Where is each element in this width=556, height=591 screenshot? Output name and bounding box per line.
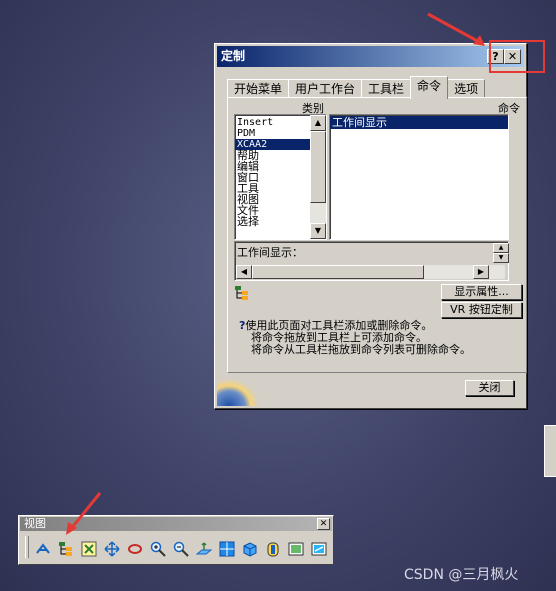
multi-view-icon[interactable] [217, 540, 237, 558]
rotate-icon[interactable] [125, 540, 145, 558]
scroll-down-icon[interactable]: ▼ [310, 223, 326, 239]
command-list[interactable]: 工作间显示 [329, 114, 509, 240]
hide-show-icon[interactable] [286, 540, 306, 558]
description-vscroll[interactable]: ▲ ▼ [493, 243, 509, 263]
swap-visible-icon[interactable] [309, 540, 329, 558]
dialog-titlebar[interactable]: 定制 ? ✕ [217, 46, 524, 67]
scroll-down-icon[interactable]: ▼ [493, 253, 509, 263]
customize-dialog: 定制 ? ✕ 开始菜单 用户工作台 工具栏 命令 选项 类别 命令 Insert… [214, 43, 527, 409]
render-style-icon[interactable] [263, 540, 283, 558]
spec-tree-icon[interactable] [56, 540, 76, 558]
red-highlight-box [489, 40, 545, 73]
show-properties-button[interactable]: 显示属性... [441, 284, 522, 300]
zoom-in-icon[interactable] [148, 540, 168, 558]
scroll-left-icon[interactable]: ◀ [236, 265, 252, 279]
tab-start-menu[interactable]: 开始菜单 [227, 79, 290, 98]
tab-options[interactable]: 选项 [447, 79, 486, 98]
fly-mode-icon[interactable] [33, 540, 53, 558]
description-box: 工作间显示： ▲ ▼ ◀ ▶ [234, 241, 509, 281]
toolbar-title: 视图 [24, 517, 46, 530]
normal-view-icon[interactable] [194, 540, 214, 558]
iso-view-icon[interactable] [240, 540, 260, 558]
pan-icon[interactable] [102, 540, 122, 558]
scroll-up-icon[interactable]: ▲ [493, 243, 509, 253]
help-text: ?使用此页面对工具栏添加或删除命令。 将命令拖放到工具栏上可添加命令。 将命令从… [239, 320, 471, 356]
tab-toolbars[interactable]: 工具栏 [361, 79, 412, 98]
description-hscroll[interactable]: ◀ ▶ [236, 265, 505, 279]
spec-tree-icon [234, 285, 250, 301]
zoom-out-icon[interactable] [171, 540, 191, 558]
catia-logo-icon [217, 380, 257, 406]
toolbar-grip[interactable] [25, 536, 29, 558]
scroll-thumb[interactable] [310, 131, 326, 203]
help-line: 将命令从工具栏拖放到命令列表可删除命令。 [251, 343, 471, 356]
tab-commands[interactable]: 命令 [410, 76, 449, 99]
tab-user-workbench[interactable]: 用户工作台 [288, 79, 363, 98]
toolbar-icons [33, 540, 332, 558]
tab-strip: 开始菜单 用户工作台 工具栏 命令 选项 [227, 76, 486, 99]
toolbar-close-button[interactable]: ✕ [317, 518, 330, 530]
view-toolbar: 视图 ✕ [18, 515, 334, 565]
partial-window-edge [544, 425, 556, 477]
close-dialog-button[interactable]: 关闭 [465, 380, 514, 396]
command-item-selected[interactable]: 工作间显示 [330, 116, 508, 129]
hscroll-thumb[interactable] [252, 265, 424, 279]
category-scrollbar[interactable]: ▲ ▼ [310, 115, 326, 239]
category-list[interactable]: Insert PDM XCAA2 帮助 编辑 窗口 工具 视图 文件 选择 ▲ … [234, 114, 327, 240]
vr-button-customize-button[interactable]: VR 按钮定制 [441, 302, 522, 318]
fit-all-icon[interactable] [79, 540, 99, 558]
scroll-right-icon[interactable]: ▶ [473, 265, 489, 279]
toolbar-titlebar[interactable]: 视图 ✕ [20, 517, 332, 531]
dialog-title: 定制 [221, 49, 246, 63]
watermark: CSDN @三月枫火 [404, 567, 519, 583]
description-label: 工作间显示： [237, 246, 303, 259]
scroll-up-icon[interactable]: ▲ [310, 115, 326, 131]
